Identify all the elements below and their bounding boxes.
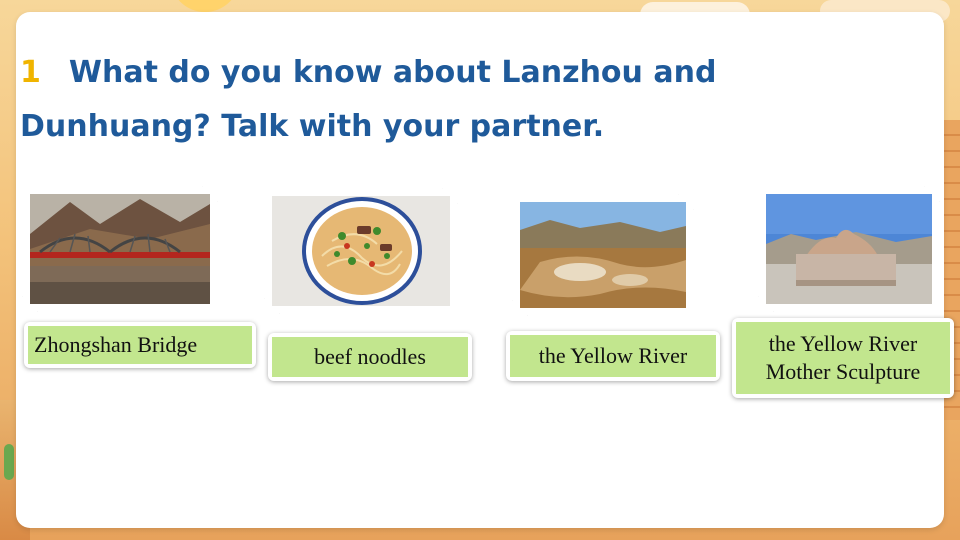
label-yellow-river-mother-sculpture: the Yellow River Mother Sculpture xyxy=(732,318,954,398)
slide-title: 1 What do you know about Lanzhou and Dunh… xyxy=(20,46,820,154)
yellow-river-photo xyxy=(512,194,694,316)
noodles-image xyxy=(272,196,450,306)
label-text: beef noodles xyxy=(272,337,468,377)
title-line-1: What do you know about Lanzhou and xyxy=(68,55,717,90)
yellow-river-mother-photo xyxy=(758,186,940,312)
title-line-2: Dunhuang? Talk with your partner. xyxy=(20,109,605,144)
label-beef-noodles: beef noodles xyxy=(268,333,472,381)
label-zhongshan-bridge: Zhongshan Bridge xyxy=(24,322,256,368)
label-text: the Yellow River Mother Sculpture xyxy=(736,322,950,394)
sculpture-image xyxy=(766,194,932,304)
label-text: Zhongshan Bridge xyxy=(28,326,252,364)
label-line-2: Mother Sculpture xyxy=(765,359,921,384)
label-text: the Yellow River xyxy=(510,335,716,377)
sun-decoration xyxy=(170,0,240,12)
beef-noodles-photo xyxy=(264,188,458,314)
label-yellow-river: the Yellow River xyxy=(506,331,720,381)
zhongshan-bridge-photo xyxy=(22,186,218,312)
bridge-image xyxy=(30,194,210,304)
label-line-1: the Yellow River xyxy=(768,331,918,356)
cactus-icon xyxy=(4,444,14,480)
question-number: 1 xyxy=(20,55,41,90)
yellow-river-image xyxy=(520,202,686,308)
